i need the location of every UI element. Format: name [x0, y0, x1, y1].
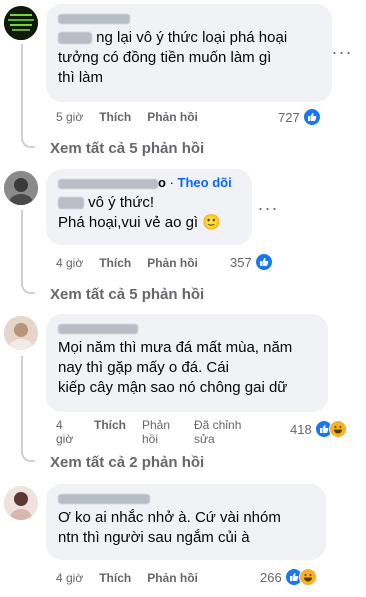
reaction-summary[interactable]: 266 — [260, 568, 317, 586]
comment-meta: 4 giờ Thích Phản hồi Đã chỉnh sửa — [56, 418, 270, 446]
like-icon — [254, 253, 273, 271]
thread-connector — [21, 132, 35, 148]
thread-line — [21, 356, 23, 452]
reply-button[interactable]: Phản hồi — [147, 571, 198, 585]
thread-line — [21, 210, 23, 286]
more-options-icon[interactable]: ··· — [258, 198, 278, 218]
comment-meta: 4 giờ Thích Phản hồi — [56, 571, 214, 585]
comment-text: Ơ ko ai nhắc nhở à. Cứ vài nhóm ntn thì … — [58, 509, 281, 546]
comment-bubble: ng lại vô ý thức loại phá hoại tưởng có … — [46, 4, 332, 102]
reaction-summary[interactable]: 727 — [278, 108, 321, 126]
like-button[interactable]: Thích — [99, 110, 131, 124]
reply-button[interactable]: Phản hồi — [147, 110, 198, 124]
edited-label[interactable]: Đã chỉnh sửa — [194, 418, 254, 446]
follow-button[interactable]: Theo dõi — [178, 175, 232, 190]
comment-bubble: Mọi năm thì mưa đá mất mùa, năm nay thì … — [46, 314, 328, 412]
comment-meta: 5 giờ Thích Phản hồi — [56, 110, 214, 124]
avatar[interactable] — [4, 6, 38, 40]
avatar[interactable] — [4, 171, 38, 205]
timestamp[interactable]: 5 giờ — [56, 110, 83, 124]
haha-icon — [328, 420, 347, 438]
comment-bubble: o · Theo dõi vô ý thức! Phá hoại,vui vẻ … — [46, 169, 252, 245]
reply-button[interactable]: Phản hồi — [147, 256, 198, 270]
avatar[interactable] — [4, 316, 38, 350]
more-options-icon[interactable]: ··· — [332, 42, 352, 62]
avatar[interactable] — [4, 486, 38, 520]
thread-connector — [21, 278, 35, 294]
comment-text: ng lại vô ý thức loại phá hoại tưởng có … — [58, 29, 288, 86]
reaction-summary[interactable]: 357 — [230, 253, 273, 271]
like-icon — [302, 108, 321, 126]
view-replies-link[interactable]: Xem tất cả 2 phản hồi — [50, 454, 204, 471]
reply-button[interactable]: Phản hồi — [142, 418, 178, 446]
reaction-summary[interactable]: 418 — [290, 420, 347, 438]
like-button[interactable]: Thích — [99, 571, 131, 585]
reaction-count: 418 — [290, 421, 312, 437]
view-replies-link[interactable]: Xem tất cả 5 phản hồi — [50, 286, 204, 303]
reaction-count: 357 — [230, 254, 252, 270]
commenter-name[interactable]: o · Theo dõi — [58, 175, 240, 191]
comment-text: Mọi năm thì mưa đá mất mùa, năm nay thì … — [58, 339, 293, 396]
comment-meta: 4 giờ Thích Phản hồi — [56, 256, 214, 270]
commenter-name[interactable] — [58, 10, 320, 26]
reaction-count: 266 — [260, 569, 282, 585]
comment-bubble: Ơ ko ai nhắc nhở à. Cứ vài nhóm ntn thì … — [46, 484, 326, 560]
comment-text: vô ý thức! Phá hoại,vui vẻ ao gì 🙂 — [58, 194, 221, 231]
timestamp[interactable]: 4 giờ — [56, 256, 83, 270]
reaction-count: 727 — [278, 109, 300, 125]
haha-icon — [298, 568, 317, 586]
timestamp[interactable]: 4 giờ — [56, 418, 78, 446]
like-button[interactable]: Thích — [94, 418, 126, 432]
like-button[interactable]: Thích — [99, 256, 131, 270]
view-replies-link[interactable]: Xem tất cả 5 phản hồi — [50, 140, 204, 157]
timestamp[interactable]: 4 giờ — [56, 571, 83, 585]
thread-line — [21, 44, 23, 140]
commenter-name[interactable] — [58, 320, 316, 336]
thread-connector — [21, 446, 35, 462]
commenter-name[interactable] — [58, 490, 314, 506]
